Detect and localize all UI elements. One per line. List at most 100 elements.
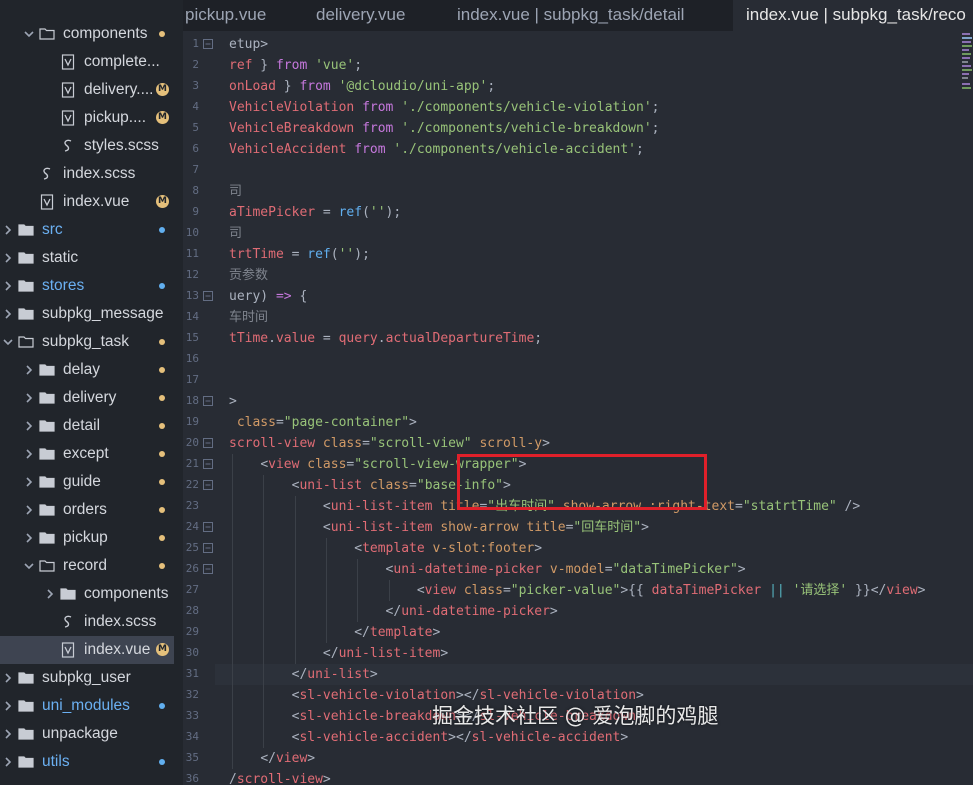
- tree-folder[interactable]: src: [0, 216, 183, 244]
- code-line[interactable]: 司: [229, 223, 242, 244]
- code-token: uni-list: [307, 667, 370, 682]
- code-line[interactable]: onLoad } from '@dcloudio/uni-app';: [229, 76, 495, 97]
- code-token: >: [620, 730, 629, 745]
- fold-toggle-icon[interactable]: [203, 564, 213, 574]
- tree-folder[interactable]: subpkg_task: [0, 328, 183, 356]
- tree-folder[interactable]: components: [0, 20, 183, 48]
- code-line[interactable]: aTimePicker = ref('');: [229, 202, 401, 223]
- tree-folder[interactable]: uni_modules: [0, 692, 183, 720]
- chevron-down-icon[interactable]: [2, 336, 14, 348]
- line-number: 9: [192, 205, 199, 218]
- tree-file[interactable]: index.vue M: [0, 188, 183, 216]
- tree-folder[interactable]: stores: [0, 272, 183, 300]
- code-line[interactable]: 车时间: [229, 307, 268, 328]
- tree-folder[interactable]: guide: [0, 468, 183, 496]
- tree-folder[interactable]: pickup: [0, 524, 183, 552]
- tree-folder[interactable]: delivery: [0, 384, 183, 412]
- code-line[interactable]: <view class="picker-value">{{ dataTimePi…: [229, 580, 926, 601]
- fold-toggle-icon[interactable]: [203, 543, 213, 553]
- chevron-right-icon[interactable]: [2, 728, 14, 740]
- chevron-down-icon[interactable]: [23, 28, 35, 40]
- tree-folder[interactable]: utils: [0, 748, 183, 776]
- chevron-right-icon[interactable]: [23, 392, 35, 404]
- fold-toggle-icon[interactable]: [203, 291, 213, 301]
- line-number: 2: [192, 58, 199, 71]
- chevron-right-icon[interactable]: [23, 420, 35, 432]
- code-line[interactable]: </view>: [229, 748, 315, 769]
- minimap[interactable]: [961, 31, 973, 151]
- tree-folder[interactable]: orders: [0, 496, 183, 524]
- tree-folder[interactable]: delay: [0, 356, 183, 384]
- chevron-right-icon[interactable]: [2, 672, 14, 684]
- chevron-right-icon[interactable]: [2, 252, 14, 264]
- code-line[interactable]: </uni-list-item>: [229, 643, 448, 664]
- tree-folder[interactable]: subpkg_user: [0, 664, 183, 692]
- chevron-right-icon[interactable]: [2, 308, 14, 320]
- code-line[interactable]: VehicleViolation from './components/vehi…: [229, 97, 659, 118]
- tree-folder[interactable]: unpackage: [0, 720, 183, 748]
- chevron-down-icon[interactable]: [23, 560, 35, 572]
- code-line[interactable]: trtTime = ref('');: [229, 244, 370, 265]
- code-token: );: [385, 205, 402, 220]
- code-line[interactable]: tTime.value = query.actualDepartureTime;: [229, 328, 542, 349]
- code-line[interactable]: ref } from 'vue';: [229, 55, 362, 76]
- tab-4[interactable]: index.vue | subpkg_task/reco: [733, 0, 973, 31]
- code-line[interactable]: </uni-datetime-picker>: [229, 601, 558, 622]
- code-line[interactable]: >: [229, 391, 237, 412]
- tab-2[interactable]: delivery.vue: [303, 0, 446, 31]
- tree-file[interactable]: pickup.... M: [0, 104, 183, 132]
- tab-3[interactable]: index.vue | subpkg_task/detail: [445, 0, 734, 31]
- fold-toggle-icon[interactable]: [203, 39, 213, 49]
- chevron-right-icon[interactable]: [23, 364, 35, 376]
- fold-toggle-icon[interactable]: [203, 480, 213, 490]
- tab-1[interactable]: pickup.vue: [183, 0, 304, 31]
- indent-guide: [263, 580, 265, 601]
- gutter-line: 10: [183, 223, 215, 244]
- code-editor[interactable]: 1 2 3 4 5 6 7 8 9 10 11 12 13 14 15 16 17 18 19 20 21 22 23 24 2…: [183, 31, 973, 785]
- chevron-right-icon[interactable]: [2, 756, 14, 768]
- tree-folder[interactable]: record: [0, 552, 183, 580]
- tree-folder[interactable]: static: [0, 244, 183, 272]
- code-line[interactable]: <template v-slot:footer>: [229, 538, 542, 559]
- chevron-right-icon[interactable]: [2, 700, 14, 712]
- code-line[interactable]: </uni-list>: [229, 664, 378, 685]
- code-line[interactable]: 司: [229, 181, 242, 202]
- code-line[interactable]: etup>: [229, 34, 268, 55]
- code-token: uni-list-item: [338, 646, 441, 661]
- chevron-right-icon[interactable]: [23, 504, 35, 516]
- modified-dot-icon: [159, 367, 165, 373]
- code-line[interactable]: /scroll-view>: [229, 769, 331, 785]
- code-line[interactable]: scroll-view class="scroll-view" scroll-y…: [229, 433, 550, 454]
- tree-folder[interactable]: detail: [0, 412, 183, 440]
- tree-file[interactable]: index.scss: [0, 608, 183, 636]
- chevron-right-icon[interactable]: [23, 476, 35, 488]
- code-line[interactable]: VehicleBreakdown from './components/vehi…: [229, 118, 659, 139]
- fold-toggle-icon[interactable]: [203, 438, 213, 448]
- chevron-right-icon[interactable]: [2, 224, 14, 236]
- tree-file[interactable]: delivery.... M: [0, 76, 183, 104]
- code-line[interactable]: <sl-vehicle-accident></sl-vehicle-accide…: [229, 727, 628, 748]
- tree-folder[interactable]: subpkg_message: [0, 300, 183, 328]
- tree-file[interactable]: complete...: [0, 48, 183, 76]
- fold-toggle-icon[interactable]: [203, 459, 213, 469]
- tree-file[interactable]: index.scss: [0, 160, 183, 188]
- code-line[interactable]: class="page-container">: [229, 412, 417, 433]
- tree-file[interactable]: styles.scss: [0, 132, 183, 160]
- code-line[interactable]: uery) => {: [229, 286, 307, 307]
- chevron-right-icon[interactable]: [23, 448, 35, 460]
- code-line[interactable]: </template>: [229, 622, 440, 643]
- chevron-right-icon[interactable]: [44, 588, 56, 600]
- code-line[interactable]: 贡参数: [229, 265, 268, 286]
- tree-file[interactable]: index.vue M: [0, 636, 174, 664]
- untracked-dot-icon: [159, 759, 165, 765]
- chevron-right-icon[interactable]: [2, 280, 14, 292]
- indent-guide: [263, 643, 265, 664]
- fold-toggle-icon[interactable]: [203, 396, 213, 406]
- code-line[interactable]: VehicleAccident from './components/vehic…: [229, 139, 644, 160]
- code-line[interactable]: <uni-list-item show-arrow title="回车时间">: [229, 517, 649, 538]
- fold-toggle-icon[interactable]: [203, 522, 213, 532]
- code-line[interactable]: <uni-datetime-picker v-model="dataTimePi…: [229, 559, 746, 580]
- tree-folder[interactable]: except: [0, 440, 183, 468]
- tree-folder[interactable]: components: [0, 580, 183, 608]
- chevron-right-icon[interactable]: [23, 532, 35, 544]
